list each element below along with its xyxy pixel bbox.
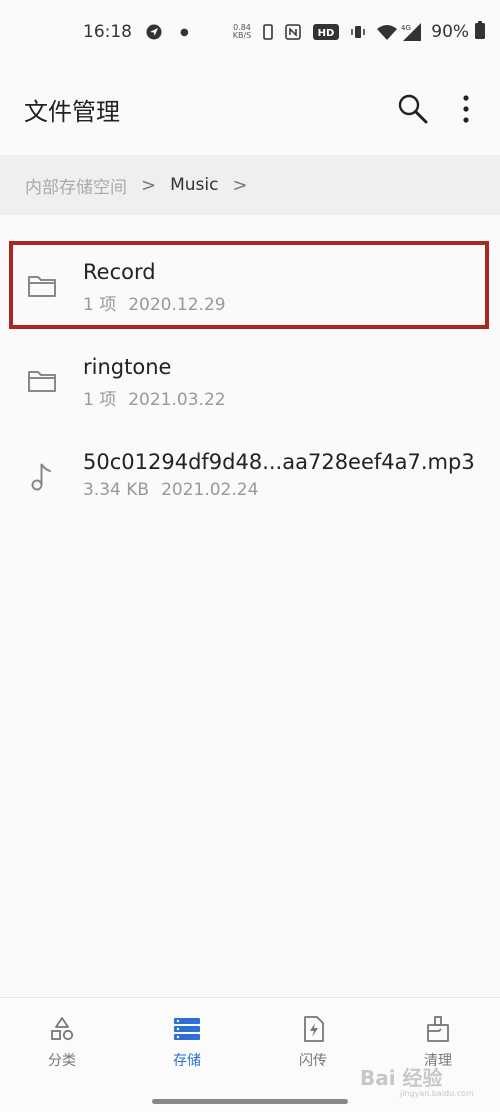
folder-icon xyxy=(28,276,56,297)
search-icon[interactable] xyxy=(396,92,430,126)
nfc-icon xyxy=(285,24,301,40)
list-item-record[interactable]: Record 1 项 2020.12.29 xyxy=(0,238,500,333)
phone-icon xyxy=(263,24,274,40)
folder-icon xyxy=(28,371,56,392)
hd-icon: HD xyxy=(313,24,340,40)
category-icon xyxy=(51,1017,74,1041)
file-meta: 1 项 2020.12.29 xyxy=(83,290,226,315)
tab-label: 存储 xyxy=(173,1053,201,1069)
breadcrumb-root[interactable]: 内部存储空间 xyxy=(25,173,127,198)
tab-storage[interactable]: 存储 xyxy=(147,1016,227,1070)
vibrate-icon xyxy=(351,24,365,40)
breadcrumb: 内部存储空间 > Music > xyxy=(0,155,500,215)
breadcrumb-separator-end: > xyxy=(232,174,248,196)
file-count: 1 项 xyxy=(83,295,117,315)
battery-icon xyxy=(475,20,486,44)
file-name: Record xyxy=(83,260,156,284)
tab-label: 闪传 xyxy=(299,1053,327,1069)
breadcrumb-separator: > xyxy=(141,174,157,196)
file-name: 50c01294df9d48...aa728eef4a7.mp3 xyxy=(83,450,475,474)
file-meta: 1 项 2021.03.22 xyxy=(83,385,226,410)
file-size: 3.34 KB xyxy=(83,480,150,500)
watermark-text: Bai 经验 xyxy=(360,1066,443,1090)
file-count: 1 项 xyxy=(83,390,117,410)
file-date: 2021.02.24 xyxy=(161,480,259,500)
file-name: ringtone xyxy=(83,355,172,379)
storage-icon xyxy=(174,1018,200,1040)
app-title: 文件管理 xyxy=(24,97,120,126)
more-vert-icon[interactable] xyxy=(455,92,477,126)
file-date: 2020.12.29 xyxy=(128,295,226,315)
watermark-logo: Bai 经验 jingyan.baidu.com xyxy=(360,1062,490,1106)
file-list: Record 1 项 2020.12.29 ringtone 1 项 2021.03… xyxy=(0,238,500,523)
flash-transfer-icon xyxy=(304,1016,324,1042)
tab-label: 分类 xyxy=(48,1053,76,1069)
music-note-icon xyxy=(31,463,51,491)
hd-label: HD xyxy=(318,28,335,39)
tab-flash-transfer[interactable]: 闪传 xyxy=(273,1016,353,1070)
status-time: 16:18 xyxy=(83,22,132,42)
tab-category[interactable]: 分类 xyxy=(22,1016,102,1070)
file-meta: 3.34 KB 2021.02.24 xyxy=(83,480,258,500)
notification-dot: ● xyxy=(180,26,189,38)
list-item-mp3[interactable]: 50c01294df9d48...aa728eef4a7.mp3 3.34 KB… xyxy=(0,428,500,523)
home-indicator[interactable] xyxy=(152,1099,348,1104)
wifi-icon xyxy=(377,24,398,40)
watermark-sub: jingyan.baidu.com xyxy=(400,1089,474,1098)
battery-percent: 90% xyxy=(431,22,470,42)
net-speed: 0.84 KB/S xyxy=(233,24,252,40)
file-date: 2021.03.22 xyxy=(128,390,226,410)
list-item-ringtone[interactable]: ringtone 1 项 2021.03.22 xyxy=(0,333,500,428)
signal-icon: 4G xyxy=(401,23,422,41)
location-arrow-icon xyxy=(146,24,162,40)
app-bar: 文件管理 xyxy=(0,64,500,154)
clean-icon xyxy=(427,1016,449,1042)
status-bar: 16:18 ● 0.84 KB/S HD 4G 90% xyxy=(0,0,500,64)
signal-label: 4G xyxy=(401,24,411,32)
net-speed-unit: KB/S xyxy=(232,31,252,40)
breadcrumb-current[interactable]: Music xyxy=(170,175,218,195)
